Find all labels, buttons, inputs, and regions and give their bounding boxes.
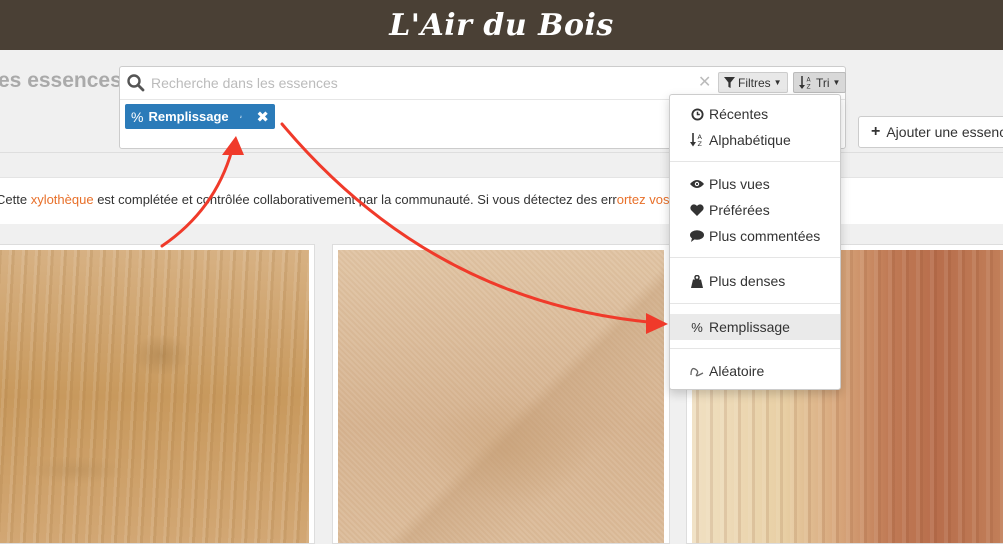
sort-option-label: Remplissage: [709, 319, 790, 335]
essence-card[interactable]: [332, 244, 670, 544]
sort-option-label: Aléatoire: [709, 363, 764, 379]
menu-divider: [670, 303, 840, 304]
sort-alpha-icon: AZ: [690, 133, 704, 147]
sort-option-label: Préférées: [709, 202, 770, 218]
sort-button[interactable]: A Z Tri ▼: [793, 72, 846, 93]
xylotheque-link[interactable]: xylothèque: [31, 192, 94, 207]
remove-chip-icon[interactable]: ✖: [256, 108, 269, 126]
sort-option-alphabetique[interactable]: AZ Alphabétique: [670, 127, 840, 153]
random-icon: [690, 364, 704, 378]
sort-option-label: Plus commentées: [709, 228, 820, 244]
wood-sample-image[interactable]: [0, 250, 309, 543]
site-logo[interactable]: L'Air du Bois: [389, 8, 614, 43]
heart-icon: [690, 203, 704, 217]
sort-option-label: Alphabétique: [709, 132, 791, 148]
sort-dropdown-menu: Récentes AZ Alphabétique Plus vues Préfé…: [669, 94, 841, 390]
eye-icon: [690, 177, 704, 191]
sort-label: Tri: [816, 76, 830, 90]
notice-text: Cette xylothèque est complétée et contrô…: [0, 192, 750, 207]
sort-desc-icon[interactable]: [240, 110, 243, 124]
svg-text:Z: Z: [698, 140, 703, 147]
notice-text-middle: est complétée et contrôlée collaborative…: [94, 192, 617, 207]
svg-text:A: A: [807, 77, 812, 84]
percent-icon: %: [131, 109, 143, 125]
sort-option-label: Plus denses: [709, 273, 785, 289]
plus-icon: +: [871, 123, 880, 141]
sort-option-recentes[interactable]: Récentes: [670, 101, 840, 127]
chevron-down-icon: ▼: [774, 78, 782, 87]
notice-banner: Cette xylothèque est complétée et contrô…: [0, 177, 1003, 225]
sort-option-preferees[interactable]: Préférées: [670, 197, 840, 223]
search-input[interactable]: [151, 72, 691, 94]
essence-card[interactable]: [0, 244, 315, 544]
menu-divider: [670, 257, 840, 258]
sort-option-plus-denses[interactable]: Plus denses: [670, 268, 840, 294]
percent-icon: %: [690, 320, 704, 334]
sort-option-label: Plus vues: [709, 176, 770, 192]
filters-label: Filtres: [738, 76, 771, 90]
sort-option-aleatoire[interactable]: Aléatoire: [670, 358, 840, 384]
active-sort-chip[interactable]: % Remplissage ✖: [125, 104, 275, 129]
sort-option-plus-vues[interactable]: Plus vues: [670, 171, 840, 197]
page-header: es essences ✕ Filtres ▼ A Z: [0, 50, 1003, 153]
weight-icon: [690, 274, 704, 288]
funnel-icon: [724, 77, 735, 88]
add-essence-button[interactable]: + Ajouter une essence: [858, 116, 1003, 148]
spacer-band: [0, 153, 1003, 177]
sort-option-plus-commentees[interactable]: Plus commentées: [670, 223, 840, 249]
sort-alpha-icon: A Z: [799, 76, 813, 89]
essence-grid: [0, 224, 1003, 525]
sort-option-remplissage[interactable]: % Remplissage: [670, 314, 840, 340]
wood-sample-image[interactable]: [338, 250, 664, 543]
sort-option-label: Récentes: [709, 106, 768, 122]
clock-icon: [690, 107, 704, 121]
add-essence-label: Ajouter une essence: [886, 124, 1003, 140]
page-title: es essences: [0, 69, 122, 93]
top-bar: L'Air du Bois: [0, 0, 1003, 50]
svg-text:Z: Z: [807, 84, 811, 90]
notice-text-before: Cette: [0, 192, 31, 207]
chevron-down-icon: ▼: [833, 78, 841, 87]
menu-divider: [670, 161, 840, 162]
search-icon: [126, 73, 146, 93]
clear-search-icon[interactable]: ✕: [698, 72, 711, 92]
menu-divider: [670, 348, 840, 349]
filters-button[interactable]: Filtres ▼: [718, 72, 788, 93]
chip-label: Remplissage: [148, 109, 228, 124]
comment-icon: [690, 229, 704, 243]
